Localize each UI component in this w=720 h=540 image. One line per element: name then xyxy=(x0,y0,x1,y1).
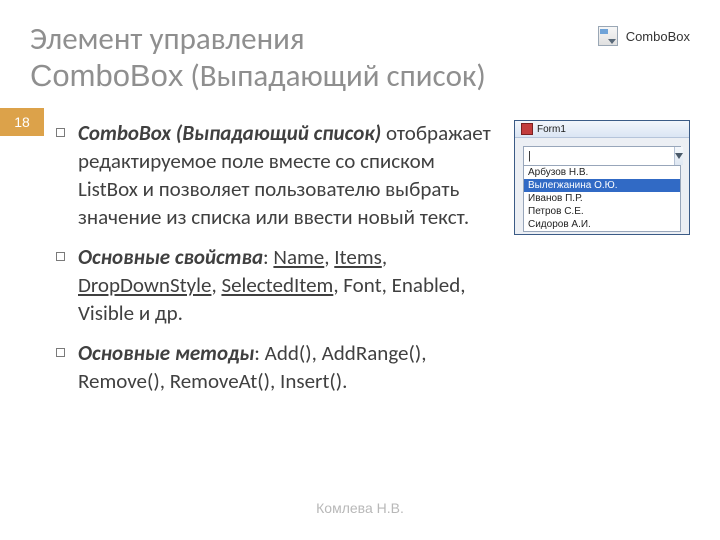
title-combobox: ComboBox xyxy=(30,58,183,93)
page-number: 18 xyxy=(14,114,30,130)
footer-author: Комлева Н.В. xyxy=(316,500,404,516)
bullet-list: ComboBox (Выпадающий список) отображает … xyxy=(30,120,498,407)
combobox-dropdown-button[interactable] xyxy=(674,147,683,165)
combobox-option[interactable]: Иванов П.Р. xyxy=(524,192,680,205)
combobox-option[interactable]: Арбузов Н.В. xyxy=(524,166,680,179)
slide: Элемент управления ComboBox (Выпадающий … xyxy=(0,0,720,540)
example-screenshot: Form1 Арбузов Н.В.Вылегжанина О.Ю.Иванов… xyxy=(514,120,690,235)
title-paren: (Выпадающий список) xyxy=(190,57,485,95)
bullet-3-lead: Основные методы xyxy=(78,340,254,366)
prop-selecteditem: SelectedItem xyxy=(221,272,333,298)
chevron-down-icon xyxy=(675,153,683,159)
form-window: Form1 Арбузов Н.В.Вылегжанина О.Ю.Иванов… xyxy=(514,120,690,235)
form-title-text: Form1 xyxy=(537,124,566,135)
toolbox-entry: ComboBox xyxy=(598,26,690,46)
combobox-list[interactable]: Арбузов Н.В.Вылегжанина О.Ю.Иванов П.Р.П… xyxy=(523,165,681,232)
form-client-area: Арбузов Н.В.Вылегжанина О.Ю.Иванов П.Р.П… xyxy=(515,138,689,234)
form-titlebar: Form1 xyxy=(515,121,689,138)
combobox-input[interactable] xyxy=(524,147,674,165)
title-row: Элемент управления ComboBox (Выпадающий … xyxy=(30,22,690,94)
bullet-1: ComboBox (Выпадающий список) отображает … xyxy=(56,120,498,232)
prop-items: Items xyxy=(334,244,382,270)
bullet-1-lead: ComboBox (Выпадающий список) xyxy=(78,120,381,146)
combobox-control[interactable] xyxy=(523,146,681,166)
combobox-option[interactable]: Петров С.Е. xyxy=(524,205,680,218)
form-app-icon xyxy=(521,123,533,135)
b2-sep: : xyxy=(263,244,273,270)
body-row: ComboBox (Выпадающий список) отображает … xyxy=(30,120,690,407)
bullet-2: Основные свойства: Name, Items, DropDown… xyxy=(56,244,498,328)
page-number-badge: 18 xyxy=(0,108,44,136)
slide-footer: Комлева Н.В. xyxy=(0,500,720,516)
slide-title: Элемент управления ComboBox (Выпадающий … xyxy=(30,22,586,94)
combobox-option[interactable]: Вылегжанина О.Ю. xyxy=(524,179,680,192)
combobox-toolbox-label: ComboBox xyxy=(626,29,690,44)
combobox-option[interactable]: Сидоров А.И. xyxy=(524,218,680,231)
bullet-3: Основные методы: Add(), AddRange(), Remo… xyxy=(56,340,498,396)
prop-name: Name xyxy=(273,244,324,270)
bullet-2-lead: Основные свойства xyxy=(78,244,263,270)
title-line1: Элемент управления xyxy=(30,20,305,58)
combobox-toolbox-icon xyxy=(598,26,618,46)
prop-dropdownstyle: DropDownStyle xyxy=(78,272,211,298)
